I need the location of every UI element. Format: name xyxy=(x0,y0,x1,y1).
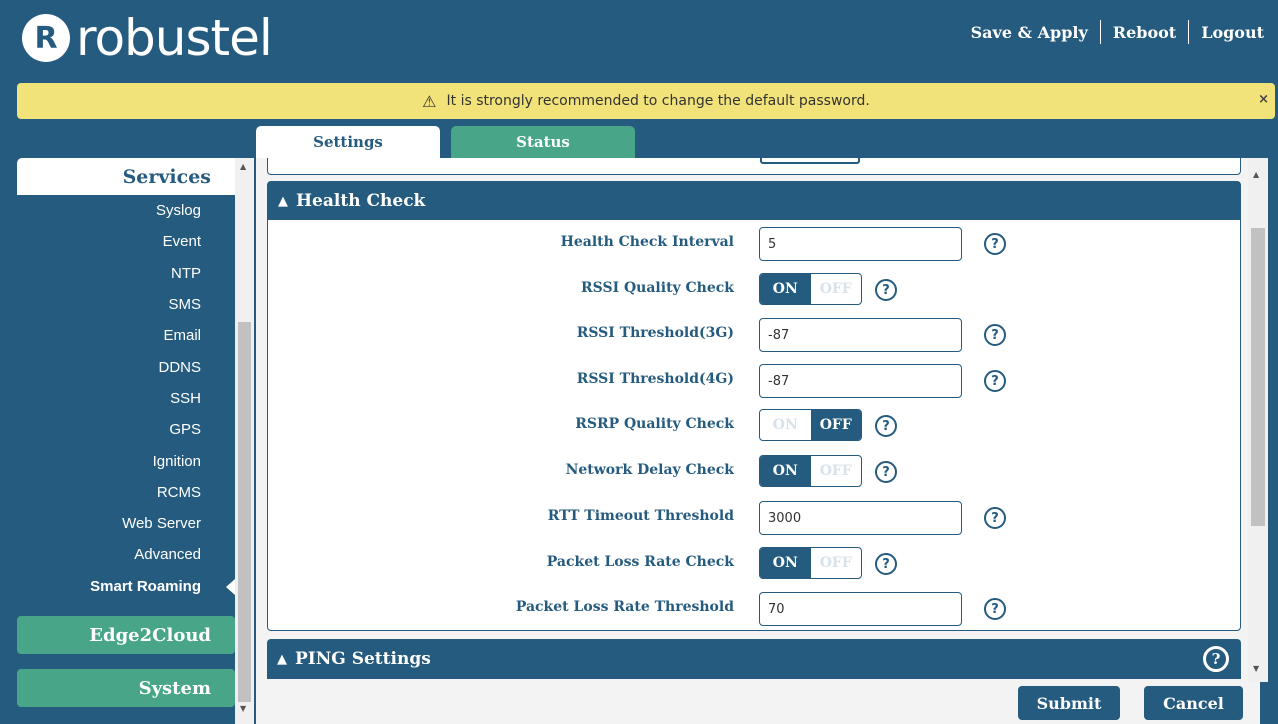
toggle-on[interactable]: ON xyxy=(760,410,811,440)
rssi-quality-check-row: RSSI Quality Check ON OFF ? xyxy=(268,272,1240,308)
sidebar-scrollbar[interactable]: ▲ ▼ xyxy=(235,158,254,724)
sidebar-item-rcms[interactable]: RCMS xyxy=(17,477,235,508)
toggle-on[interactable]: ON xyxy=(760,274,811,304)
save-apply-link[interactable]: Save & Apply xyxy=(971,23,1088,42)
field-label: RSSI Threshold(3G) xyxy=(576,325,734,341)
sidebar-group-edge2cloud[interactable]: Edge2Cloud xyxy=(17,616,235,654)
reboot-link[interactable]: Reboot xyxy=(1113,23,1176,42)
tab-status[interactable]: Status xyxy=(451,126,635,158)
sidebar-item-ssh[interactable]: SSH xyxy=(17,383,235,414)
logo-mark-icon: R xyxy=(22,14,70,62)
health-check-title: Health Check xyxy=(296,191,426,211)
packet-loss-rate-threshold-row: Packet Loss Rate Threshold ? xyxy=(268,591,1240,627)
tab-settings[interactable]: Settings xyxy=(256,126,440,158)
scrollbar-thumb[interactable] xyxy=(238,322,251,702)
sidebar-group-system[interactable]: System xyxy=(17,669,235,707)
sidebar-item-gps[interactable]: GPS xyxy=(17,414,235,445)
help-icon[interactable]: ? xyxy=(1203,646,1229,672)
ping-settings-header[interactable]: ▲ PING Settings ? xyxy=(267,639,1241,679)
help-icon[interactable]: ? xyxy=(984,370,1006,392)
health-check-interval-row: Health Check Interval ? xyxy=(268,226,1240,262)
toggle-off[interactable]: OFF xyxy=(810,410,861,440)
close-icon[interactable]: × xyxy=(1258,92,1269,107)
packet-loss-rate-check-row: Packet Loss Rate Check ON OFF ? xyxy=(268,546,1240,582)
packet-loss-rate-check-toggle[interactable]: ON OFF xyxy=(759,547,862,579)
help-icon[interactable]: ? xyxy=(875,553,897,575)
rssi-threshold-3g-input[interactable] xyxy=(759,318,962,352)
scroll-down-icon[interactable]: ▼ xyxy=(1253,664,1259,673)
toggle-on[interactable]: ON xyxy=(760,456,811,486)
packet-loss-rate-threshold-input[interactable] xyxy=(759,592,962,626)
divider xyxy=(1188,20,1190,44)
help-icon[interactable]: ? xyxy=(875,461,897,483)
rssi-threshold-4g-input[interactable] xyxy=(759,364,962,398)
scroll-up-icon[interactable]: ▲ xyxy=(1253,170,1259,179)
robustel-logo: R robustel xyxy=(22,8,273,68)
rtt-timeout-threshold-input[interactable] xyxy=(759,501,962,535)
sidebar-item-web-server[interactable]: Web Server xyxy=(17,508,235,539)
rsrp-quality-check-row: RSRP Quality Check ON OFF ? xyxy=(268,408,1240,444)
scroll-up-icon[interactable]: ▲ xyxy=(240,162,246,171)
field-label: RSRP Quality Check xyxy=(575,416,734,432)
network-delay-check-toggle[interactable]: ON OFF xyxy=(759,455,862,487)
toggle-on[interactable]: ON xyxy=(760,548,811,578)
sidebar-item-ignition[interactable]: Ignition xyxy=(17,445,235,476)
sidebar: Services Syslog Event NTP SMS Email DDNS… xyxy=(17,158,235,724)
divider xyxy=(1099,20,1101,44)
scrollbar-thumb[interactable] xyxy=(1251,228,1265,526)
sidebar-item-advanced[interactable]: Advanced xyxy=(17,539,235,570)
scroll-down-icon[interactable]: ▼ xyxy=(240,704,246,713)
sidebar-item-event[interactable]: Event xyxy=(17,226,235,257)
rssi-quality-check-toggle[interactable]: ON OFF xyxy=(759,273,862,305)
rssi-threshold-4g-row: RSSI Threshold(4G) ? xyxy=(268,363,1240,399)
top-links: Save & Apply Reboot Logout xyxy=(971,20,1264,44)
content-scrollbar[interactable]: ▲ ▼ xyxy=(1248,158,1268,682)
sidebar-item-syslog[interactable]: Syslog xyxy=(17,195,235,226)
chevron-up-icon: ▲ xyxy=(278,193,288,209)
help-icon[interactable]: ? xyxy=(984,598,1006,620)
toggle-off[interactable]: OFF xyxy=(811,456,862,486)
submit-button[interactable]: Submit xyxy=(1018,686,1120,720)
sidebar-item-ddns[interactable]: DDNS xyxy=(17,351,235,382)
network-delay-check-row: Network Delay Check ON OFF ? xyxy=(268,454,1240,490)
field-label: Packet Loss Rate Check xyxy=(546,554,734,570)
help-icon[interactable]: ? xyxy=(984,324,1006,346)
logo-text: robustel xyxy=(76,9,273,67)
banner-text: It is strongly recommended to change the… xyxy=(446,93,870,109)
sidebar-item-smart-roaming[interactable]: Smart Roaming xyxy=(17,571,235,602)
rtt-timeout-threshold-row: RTT Timeout Threshold ? xyxy=(268,500,1240,536)
password-warning-banner: ⚠ It is strongly recommended to change t… xyxy=(17,83,1275,119)
sidebar-item-ntp[interactable]: NTP xyxy=(17,258,235,289)
previous-panel-tail xyxy=(267,158,1241,175)
toggle-off[interactable]: OFF xyxy=(811,548,862,578)
help-icon[interactable]: ? xyxy=(875,415,897,437)
sidebar-item-email[interactable]: Email xyxy=(17,320,235,351)
field-label: Packet Loss Rate Threshold xyxy=(515,599,734,615)
help-icon[interactable]: ? xyxy=(875,279,897,301)
field-label: RSSI Threshold(4G) xyxy=(576,371,734,387)
settings-content: ▲ Health Check Health Check Interval ? R… xyxy=(256,158,1260,724)
chevron-up-icon: ▲ xyxy=(277,651,287,667)
help-icon[interactable]: ? xyxy=(984,233,1006,255)
logout-link[interactable]: Logout xyxy=(1201,23,1264,42)
ping-settings-title: PING Settings xyxy=(295,649,431,669)
health-check-header[interactable]: ▲ Health Check xyxy=(268,182,1240,220)
health-check-interval-input[interactable] xyxy=(759,227,962,261)
field-label: RSSI Quality Check xyxy=(581,280,734,296)
field-label: RTT Timeout Threshold xyxy=(547,508,734,524)
rssi-threshold-3g-row: RSSI Threshold(3G) ? xyxy=(268,317,1240,353)
field-label: Network Delay Check xyxy=(565,462,734,478)
warning-triangle-icon: ⚠ xyxy=(422,91,437,111)
field-label: Health Check Interval xyxy=(560,234,734,250)
sidebar-section-services[interactable]: Services xyxy=(17,158,235,195)
help-icon[interactable]: ? xyxy=(984,507,1006,529)
sidebar-item-sms[interactable]: SMS xyxy=(17,289,235,320)
toggle-off[interactable]: OFF xyxy=(811,274,862,304)
rsrp-quality-check-toggle[interactable]: ON OFF xyxy=(759,409,862,441)
health-check-panel: ▲ Health Check Health Check Interval ? R… xyxy=(267,181,1241,631)
cancel-button[interactable]: Cancel xyxy=(1144,686,1243,720)
